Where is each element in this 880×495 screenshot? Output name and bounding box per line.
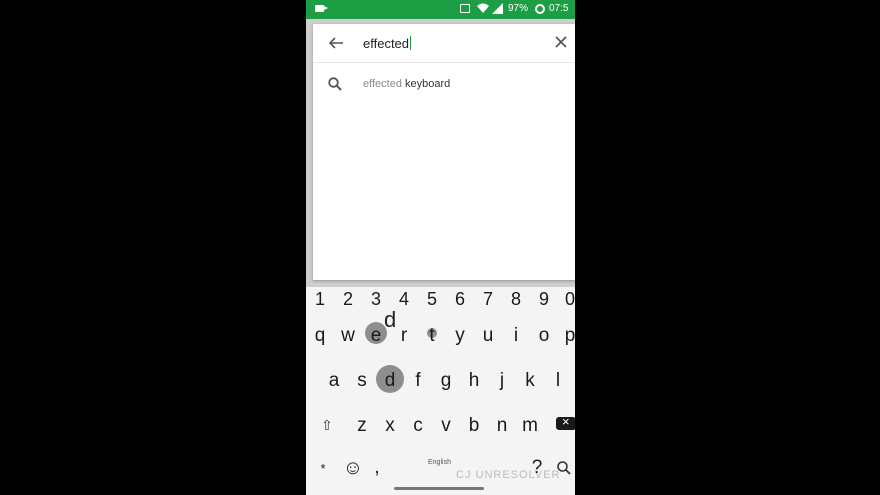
sync-icon xyxy=(535,4,545,14)
key-b[interactable]: b xyxy=(461,415,487,437)
soft-keyboard: 1 2 3 4 5 6 7 8 9 0 d q w e r t y u i o … xyxy=(306,287,575,495)
key-2[interactable]: 2 xyxy=(335,289,361,310)
phone-screen: 97% 07:5 effected effected keyboard 1 2 … xyxy=(306,0,575,495)
key-9[interactable]: 9 xyxy=(531,289,557,310)
key-g[interactable]: g xyxy=(433,370,459,392)
key-v[interactable]: v xyxy=(433,415,459,437)
key-t[interactable]: t xyxy=(419,325,445,347)
key-p[interactable]: p xyxy=(557,325,575,347)
key-0[interactable]: 0 xyxy=(557,289,575,310)
search-bar: effected xyxy=(313,24,575,63)
battery-percentage: 97% xyxy=(508,3,529,14)
suggestion-item[interactable]: effected keyboard xyxy=(313,64,575,104)
key-8[interactable]: 8 xyxy=(503,289,529,310)
key-5[interactable]: 5 xyxy=(419,289,445,310)
key-j[interactable]: j xyxy=(489,370,515,392)
key-l[interactable]: l xyxy=(545,370,571,392)
key-a[interactable]: a xyxy=(321,370,347,392)
key-c[interactable]: c xyxy=(405,415,431,437)
spacebar-language-label: English xyxy=(428,459,451,466)
cast-icon xyxy=(460,4,470,13)
key-q[interactable]: q xyxy=(307,325,333,347)
key-z[interactable]: z xyxy=(349,415,375,437)
emoji-icon[interactable]: ☺ xyxy=(340,457,366,480)
status-bar: 97% 07:5 xyxy=(306,0,575,19)
shift-icon[interactable]: ⇧ xyxy=(316,417,338,434)
key-d[interactable]: d xyxy=(377,370,403,392)
wifi-icon xyxy=(477,3,489,13)
close-icon[interactable] xyxy=(553,34,569,50)
key-f[interactable]: f xyxy=(405,370,431,392)
suggestion-completion-part: keyboard xyxy=(405,78,451,90)
search-input[interactable]: effected xyxy=(363,36,411,51)
backspace-key-icon[interactable] xyxy=(556,414,575,430)
suggestion-query-part: effected xyxy=(363,78,402,90)
key-o[interactable]: o xyxy=(531,325,557,347)
key-1[interactable]: 1 xyxy=(307,289,333,310)
back-arrow-icon[interactable] xyxy=(327,34,345,52)
key-k[interactable]: k xyxy=(517,370,543,392)
key-6[interactable]: 6 xyxy=(447,289,473,310)
key-comma[interactable]: , xyxy=(364,457,390,479)
search-panel: effected effected keyboard xyxy=(313,24,575,280)
signal-icon xyxy=(492,3,503,14)
suggestion-text: effected keyboard xyxy=(363,78,450,90)
key-w[interactable]: w xyxy=(335,325,361,347)
key-h[interactable]: h xyxy=(461,370,487,392)
key-e[interactable]: e xyxy=(363,325,389,347)
key-m[interactable]: m xyxy=(517,415,543,437)
key-7[interactable]: 7 xyxy=(475,289,501,310)
key-u[interactable]: u xyxy=(475,325,501,347)
key-r[interactable]: r xyxy=(391,325,417,347)
search-key-icon[interactable] xyxy=(556,460,572,476)
key-star[interactable]: * xyxy=(310,461,336,476)
key-n[interactable]: n xyxy=(489,415,515,437)
key-x[interactable]: x xyxy=(377,415,403,437)
key-s[interactable]: s xyxy=(349,370,375,392)
key-question[interactable]: ? xyxy=(524,457,550,479)
video-camera-icon xyxy=(315,5,328,12)
key-i[interactable]: i xyxy=(503,325,529,347)
clock: 07:5 xyxy=(549,3,569,14)
key-y[interactable]: y xyxy=(447,325,473,347)
spacebar[interactable] xyxy=(394,487,484,490)
search-icon xyxy=(328,77,342,91)
